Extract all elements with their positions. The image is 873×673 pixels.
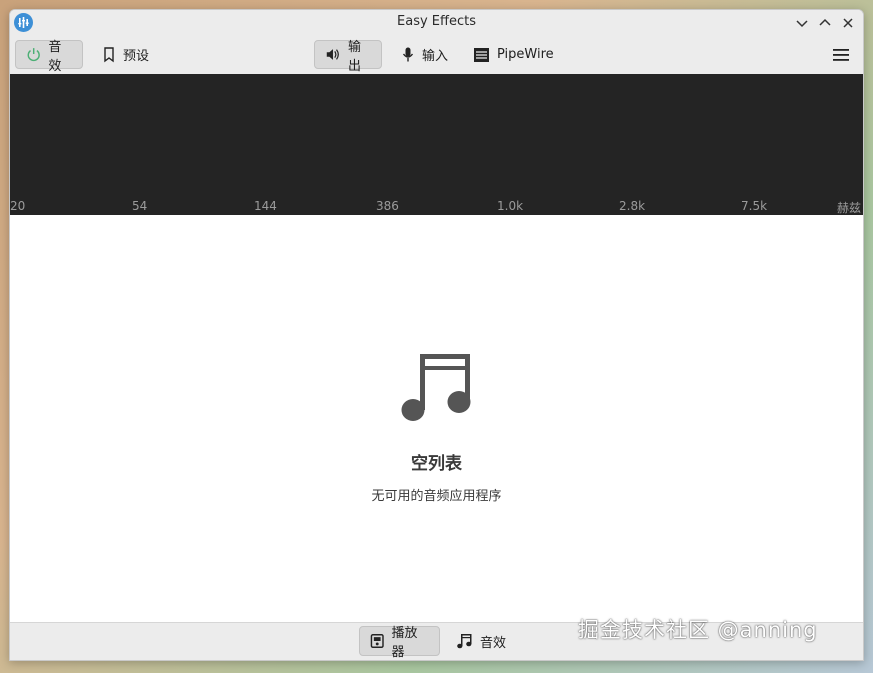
freq-tick-label: 1.0k [497, 199, 524, 213]
maximize-icon[interactable] [817, 15, 833, 31]
freq-unit-label: 赫兹 [837, 201, 862, 215]
app-list-area: 空列表 无可用的音频应用程序 [10, 215, 863, 622]
spectrum-display: 20 54 144 386 1.0k 2.8k 7.5k 赫兹 [10, 74, 863, 215]
bookmark-icon [104, 47, 114, 63]
player-icon [370, 634, 384, 648]
presets-button[interactable]: 预设 [92, 40, 160, 69]
effects-tab-label: 音效 [48, 39, 62, 74]
empty-state-title: 空列表 [411, 454, 462, 474]
freq-tick-label: 20 [10, 199, 26, 213]
effects-bottom-tab-button[interactable]: 音效 [447, 626, 517, 656]
power-icon [27, 48, 40, 62]
input-tab-label: 输入 [422, 49, 449, 64]
freq-tick-label: 386 [376, 199, 399, 213]
players-tab-label: 播放器 [391, 626, 418, 660]
players-tab-button[interactable]: 播放器 [359, 626, 440, 660]
microphone-icon [402, 47, 414, 62]
window-title: Easy Effects [397, 14, 476, 29]
pipewire-tab-button[interactable]: PipeWire [463, 40, 568, 69]
music-note-small-icon [457, 634, 472, 649]
freq-tick-label: 7.5k [741, 199, 768, 213]
minimize-icon[interactable] [794, 15, 810, 31]
freq-tick-label: 144 [254, 199, 277, 213]
output-tab-button[interactable]: 输出 [314, 40, 382, 74]
watermark-text: 掘金技术社区 @anning [578, 618, 818, 642]
effects-bottom-tab-label: 音效 [480, 635, 507, 651]
server-icon [474, 47, 489, 62]
presets-label: 预设 [123, 49, 150, 64]
freq-tick-label: 54 [132, 199, 148, 213]
output-tab-label: 输出 [347, 39, 361, 74]
input-tab-button[interactable]: 输入 [391, 40, 459, 69]
pipewire-tab-label: PipeWire [497, 47, 554, 62]
header-bar: Easy Effects 音效 预设 输出 输入 PipeWire [10, 10, 863, 75]
app-window: Easy Effects 音效 预设 输出 输入 PipeWire 20 54 … [9, 9, 864, 661]
music-note-icon [401, 352, 473, 424]
empty-state-subtitle: 无可用的音频应用程序 [371, 489, 502, 504]
hamburger-menu-icon[interactable] [832, 47, 850, 63]
freq-tick-label: 2.8k [619, 199, 646, 213]
close-icon[interactable] [840, 15, 856, 31]
effects-tab-button[interactable]: 音效 [15, 40, 83, 74]
speaker-icon [326, 49, 339, 60]
